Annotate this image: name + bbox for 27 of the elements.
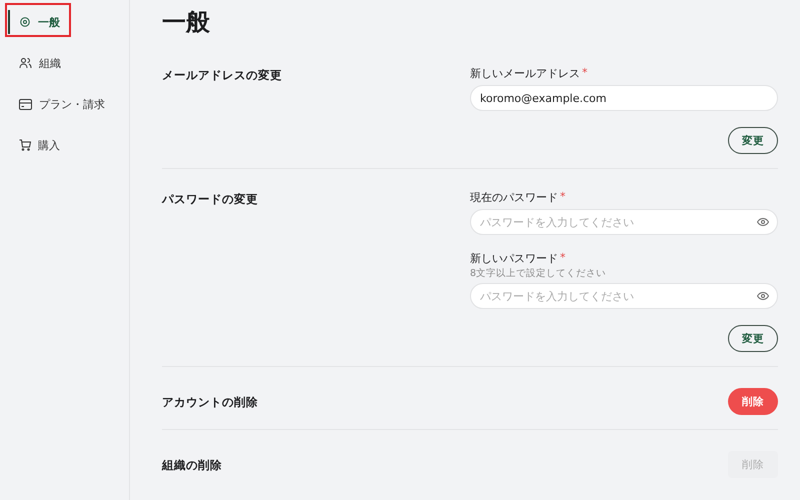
delete-button[interactable]: 削除: [728, 388, 778, 415]
section-title: メールアドレスの変更: [162, 67, 283, 83]
required-mark: *: [582, 66, 588, 81]
sidebar-item[interactable]: 購入: [8, 131, 72, 159]
field-label: 新しいメールアドレス: [470, 66, 580, 81]
sidebar-item[interactable]: プラン・請求: [8, 90, 117, 118]
change-button[interactable]: 変更: [728, 325, 778, 352]
password-field[interactable]: パスワードを入力してください: [470, 283, 778, 309]
people-icon: [19, 57, 32, 69]
page-title: 一般: [162, 7, 211, 38]
password-field[interactable]: パスワードを入力してください: [470, 209, 778, 235]
cart-icon: [19, 139, 31, 151]
field-hint: 8文字以上で設定してください: [470, 267, 608, 280]
change-button[interactable]: 変更: [728, 127, 778, 154]
section-title: アカウントの削除: [162, 394, 259, 410]
eye-icon[interactable]: [757, 292, 769, 300]
section-title: パスワードの変更: [162, 191, 259, 207]
card-icon: [19, 98, 32, 110]
sidebar-item[interactable]: 一般: [8, 8, 72, 36]
required-mark: *: [560, 190, 566, 205]
email-field[interactable]: koromo@example.com: [470, 85, 778, 111]
field-label: 新しいパスワード: [470, 251, 558, 266]
field-label: 現在のパスワード: [470, 190, 558, 205]
sidebar-item[interactable]: 組織: [8, 49, 73, 77]
section-title: 組織の削除: [162, 457, 223, 473]
required-mark: *: [560, 251, 566, 266]
eye-icon[interactable]: [757, 218, 769, 226]
